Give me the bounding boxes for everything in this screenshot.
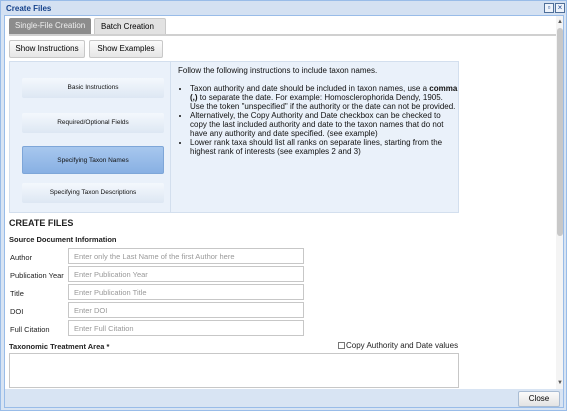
tab-batch-creation[interactable]: Batch Creation	[94, 18, 166, 34]
source-document-heading: Source Document Information	[9, 235, 117, 244]
full-citation-input[interactable]	[68, 320, 304, 336]
window-footer: Close	[5, 389, 563, 407]
menu-item-specifying-taxon-names[interactable]: Specifying Taxon Names	[22, 146, 164, 174]
window-body: Single-File Creation Batch Creation Show…	[4, 15, 564, 408]
copy-authority-checkbox[interactable]: Copy Authority and Date values	[338, 341, 458, 350]
window-title: Create Files	[6, 4, 52, 13]
doi-label: DOI	[10, 307, 24, 316]
publication-year-label: Publication Year	[10, 271, 64, 280]
show-examples-button[interactable]: Show Examples	[89, 40, 163, 58]
instruction-text: Taxon authority and date should be inclu…	[190, 84, 428, 93]
window-titlebar[interactable]: Create Files ▫ ×	[1, 1, 566, 15]
publication-year-input[interactable]	[68, 266, 304, 282]
instruction-bullet-lower-rank: Lower rank taxa should list all ranks on…	[190, 138, 458, 156]
copy-authority-label: Copy Authority and Date values	[346, 341, 459, 350]
checkbox-icon[interactable]	[338, 342, 345, 349]
show-instructions-button[interactable]: Show Instructions	[9, 40, 85, 58]
title-label: Title	[10, 289, 24, 298]
scroll-down-icon[interactable]: ▼	[556, 379, 563, 387]
instruction-bullet-copy-authority: Alternatively, the Copy Authority and Da…	[190, 111, 458, 138]
instructions-list: Taxon authority and date should be inclu…	[178, 84, 458, 156]
instructions-text: Follow the following instructions to inc…	[178, 66, 458, 156]
close-button[interactable]: Close	[518, 391, 560, 407]
menu-item-specifying-taxon-descriptions[interactable]: Specifying Taxon Descriptions	[22, 183, 164, 203]
title-input[interactable]	[68, 284, 304, 300]
instruction-bullet-authority: Taxon authority and date should be inclu…	[190, 84, 458, 111]
taxonomic-treatment-textarea[interactable]	[9, 353, 459, 388]
menu-item-basic-instructions[interactable]: Basic Instructions	[22, 78, 164, 98]
menu-divider	[170, 62, 171, 212]
maximize-icon[interactable]: ▫	[544, 3, 554, 13]
create-files-window: Create Files ▫ × Single-File Creation Ba…	[0, 0, 567, 411]
full-citation-label: Full Citation	[10, 325, 50, 334]
menu-item-required-optional-fields[interactable]: Required/Optional Fields	[22, 113, 164, 133]
instructions-intro: Follow the following instructions to inc…	[178, 66, 378, 75]
close-icon[interactable]: ×	[555, 3, 565, 13]
tab-single-file-creation[interactable]: Single-File Creation	[9, 18, 91, 34]
scroll-thumb[interactable]	[557, 28, 563, 236]
doi-input[interactable]	[68, 302, 304, 318]
vertical-scrollbar[interactable]: ▲ ▼	[556, 16, 563, 389]
instruction-text: to separate the date. For example: Homos…	[190, 93, 456, 111]
taxonomic-treatment-label: Taxonomic Treatment Area *	[9, 342, 110, 351]
instructions-menu: Basic Instructions Required/Optional Fie…	[12, 64, 170, 212]
create-files-heading: CREATE FILES	[9, 218, 74, 228]
author-input[interactable]	[68, 248, 304, 264]
author-label: Author	[10, 253, 33, 262]
instructions-panel: Basic Instructions Required/Optional Fie…	[9, 61, 459, 213]
tab-strip	[9, 34, 556, 36]
scroll-up-icon[interactable]: ▲	[556, 18, 563, 26]
